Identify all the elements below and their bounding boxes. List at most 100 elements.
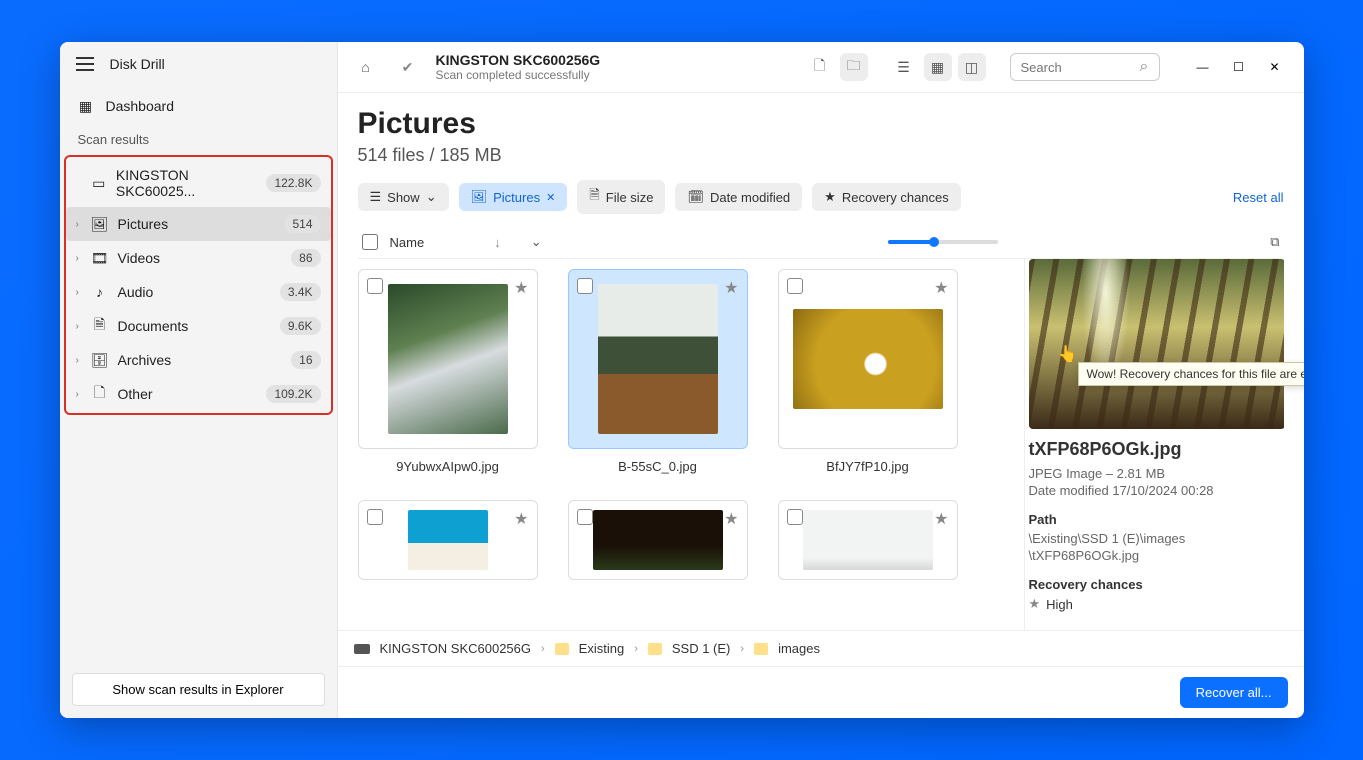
status-check-icon: ✔ xyxy=(394,53,422,81)
star-icon: ★ xyxy=(824,189,836,205)
star-icon[interactable]: ★ xyxy=(934,278,948,298)
file-checkbox[interactable] xyxy=(577,278,593,294)
search-box[interactable]: ⌕ xyxy=(1010,53,1160,81)
sidebar-item-label: Archives xyxy=(118,352,172,368)
count-badge: 3.4K xyxy=(280,283,321,301)
chevron-right-icon: › xyxy=(76,287,79,298)
window-controls: — ☐ ✕ xyxy=(1188,52,1290,82)
body-row: ★ 9YubwxAIpw0.jpg ★ B-55sC_0.jpg ★ BfJY7… xyxy=(358,259,1284,630)
filter-file-size[interactable]: 🗎 File size xyxy=(577,180,665,214)
thumbnail-grid: ★ 9YubwxAIpw0.jpg ★ B-55sC_0.jpg ★ BfJY7… xyxy=(358,269,1014,580)
grid-view-icon[interactable]: ▦ xyxy=(924,53,952,81)
breadcrumb-item[interactable]: SSD 1 (E) xyxy=(672,641,731,656)
popout-icon[interactable]: ⧉ xyxy=(1270,234,1279,250)
chevron-down-icon[interactable]: ⌄ xyxy=(531,234,542,250)
split-view-icon[interactable]: ◫ xyxy=(958,53,986,81)
list-view-icon[interactable]: ☰ xyxy=(890,53,918,81)
chevron-down-icon: ⌄ xyxy=(426,189,437,205)
star-icon[interactable]: ★ xyxy=(514,509,528,529)
star-icon[interactable]: ★ xyxy=(514,278,528,298)
chevron-right-icon: › xyxy=(740,643,744,655)
sidebar-item-label: Other xyxy=(118,386,153,402)
star-icon[interactable]: ★ xyxy=(724,278,738,298)
file-checkbox[interactable] xyxy=(577,509,593,525)
layout-toggle: ☰ ▦ ◫ xyxy=(890,53,986,81)
file-name: 9YubwxAIpw0.jpg xyxy=(358,459,538,474)
search-input[interactable] xyxy=(1021,60,1132,75)
show-in-explorer-button[interactable]: Show scan results in Explorer xyxy=(72,673,325,706)
show-dropdown[interactable]: ☰ Show ⌄ xyxy=(358,183,449,211)
file-card[interactable]: ★ xyxy=(358,500,538,580)
count-badge: 109.2K xyxy=(266,385,320,403)
sidebar-item-label: Pictures xyxy=(118,216,169,232)
sidebar-item-archives[interactable]: › 🗄 Archives 16 xyxy=(66,343,331,377)
document-icon: 🗎 xyxy=(92,318,108,334)
close-button[interactable]: ✕ xyxy=(1260,52,1290,82)
sidebar-item-label: Dashboard xyxy=(106,98,175,114)
folder-icon xyxy=(555,643,569,655)
page-subtitle: 514 files / 185 MB xyxy=(358,145,1284,166)
zoom-slider[interactable] xyxy=(888,240,998,244)
file-view-icon[interactable]: 🗋 xyxy=(806,53,834,81)
thumbnail-image xyxy=(793,309,943,409)
select-all-checkbox[interactable] xyxy=(362,234,378,250)
breadcrumb-item[interactable]: KINGSTON SKC600256G xyxy=(380,641,532,656)
file-card[interactable]: ★ xyxy=(568,500,748,580)
file-name: BfJY7fP10.jpg xyxy=(778,459,958,474)
image-icon: 🖼 xyxy=(92,216,108,232)
drive-title: KINGSTON SKC600256G xyxy=(436,52,601,68)
file-checkbox[interactable] xyxy=(367,278,383,294)
path-line: \Existing\SSD 1 (E)\images xyxy=(1029,531,1284,546)
path-heading: Path xyxy=(1029,512,1284,527)
count-badge: 514 xyxy=(284,215,320,233)
folder-icon xyxy=(648,643,662,655)
sidebar-item-other[interactable]: › 🗋 Other 109.2K xyxy=(66,377,331,411)
sidebar-item-documents[interactable]: › 🗎 Documents 9.6K xyxy=(66,309,331,343)
sidebar-item-pictures[interactable]: › 🖼 Pictures 514 xyxy=(66,207,331,241)
file-checkbox[interactable] xyxy=(787,509,803,525)
chip-label: Date modified xyxy=(710,190,790,205)
sidebar-item-dashboard[interactable]: ▦ Dashboard xyxy=(60,90,337,122)
preview-filename: tXFP68P6OGk.jpg xyxy=(1029,439,1284,460)
remove-filter-icon[interactable]: ✕ xyxy=(546,191,555,204)
sidebar-item-audio[interactable]: › ♪ Audio 3.4K xyxy=(66,275,331,309)
file-folder-toggle: 🗋 🗀 xyxy=(806,53,868,81)
breadcrumb-item[interactable]: images xyxy=(778,641,820,656)
sidebar-item-label: KINGSTON SKC60025... xyxy=(116,167,257,199)
music-icon: ♪ xyxy=(92,284,108,300)
folder-view-icon[interactable]: 🗀 xyxy=(840,53,868,81)
star-icon[interactable]: ★ xyxy=(724,509,738,529)
file-icon: 🗎 xyxy=(589,186,599,208)
breadcrumb-item[interactable]: Existing xyxy=(579,641,625,656)
path-line: \tXFP68P6OGk.jpg xyxy=(1029,548,1284,563)
hamburger-icon[interactable] xyxy=(76,57,94,71)
sidebar-item-drive[interactable]: ▭ KINGSTON SKC60025... 122.8K xyxy=(66,159,331,207)
count-badge: 16 xyxy=(291,351,320,369)
recovery-value: High xyxy=(1046,597,1073,612)
file-card[interactable]: ★ 9YubwxAIpw0.jpg xyxy=(358,269,538,474)
star-icon[interactable]: ★ xyxy=(934,509,948,529)
column-label: Name xyxy=(390,235,425,250)
app-window: Disk Drill ▦ Dashboard Scan results ▭ KI… xyxy=(60,42,1304,718)
chip-label: Recovery chances xyxy=(842,190,949,205)
filter-recovery-chances[interactable]: ★ Recovery chances xyxy=(812,183,961,211)
reset-all-link[interactable]: Reset all xyxy=(1233,190,1284,205)
recover-all-button[interactable]: Recover all... xyxy=(1180,677,1288,708)
maximize-button[interactable]: ☐ xyxy=(1224,52,1254,82)
file-checkbox[interactable] xyxy=(787,278,803,294)
sidebar-heading: Scan results xyxy=(60,122,337,153)
search-icon: ⌕ xyxy=(1140,58,1149,76)
sort-arrow-icon: ↓ xyxy=(494,235,501,250)
file-checkbox[interactable] xyxy=(367,509,383,525)
sidebar-item-videos[interactable]: › 🎞 Videos 86 xyxy=(66,241,331,275)
filter-pictures[interactable]: 🖼 Pictures ✕ xyxy=(459,183,568,211)
thumbnail-image xyxy=(598,284,718,434)
filter-date-modified[interactable]: 🗓 Date modified xyxy=(675,183,802,211)
file-card[interactable]: ★ B-55sC_0.jpg xyxy=(568,269,748,474)
minimize-button[interactable]: — xyxy=(1188,52,1218,82)
file-card[interactable]: ★ xyxy=(778,500,958,580)
chevron-right-icon: › xyxy=(76,355,79,366)
name-column-header[interactable]: Name ↓ ⌄ xyxy=(390,234,542,250)
file-card[interactable]: ★ BfJY7fP10.jpg xyxy=(778,269,958,474)
home-icon[interactable]: ⌂ xyxy=(352,53,380,81)
